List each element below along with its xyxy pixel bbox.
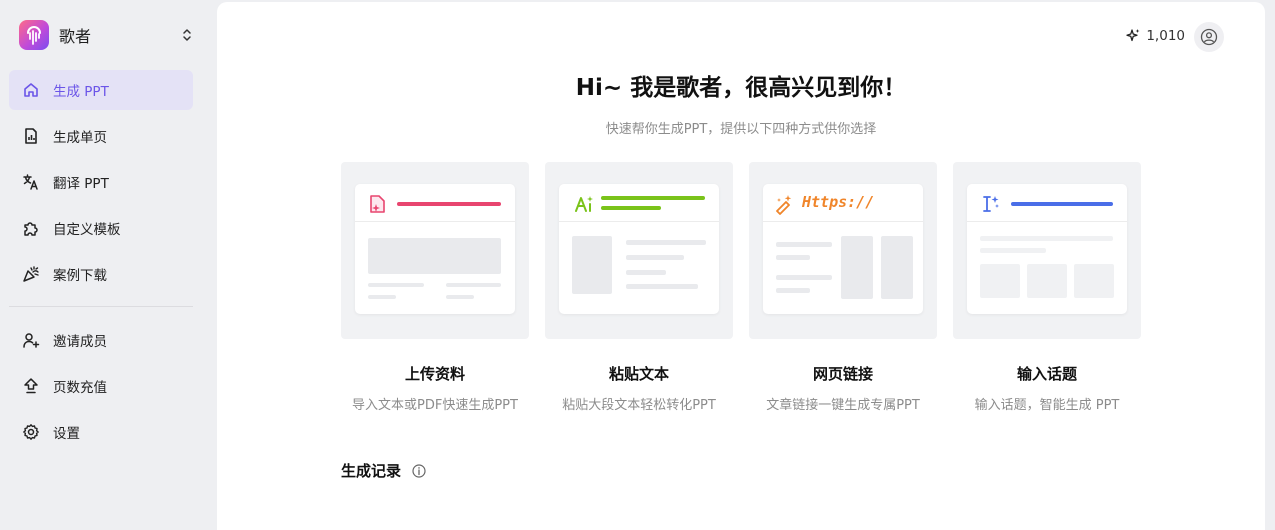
workspace-switcher[interactable]: 歌者 — [19, 20, 194, 50]
party-icon — [22, 265, 40, 283]
nav-divider — [9, 306, 193, 307]
card-description: 输入话题，智能生成 PPT — [974, 398, 1120, 413]
nav-item-settings[interactable]: 设置 — [9, 412, 193, 452]
nav-label: 案例下载 — [53, 268, 107, 284]
ai-text-icon — [575, 194, 595, 218]
text-cursor-sparkle-icon — [980, 193, 1002, 219]
sparkle-icon — [1125, 28, 1141, 44]
puzzle-icon — [22, 219, 40, 237]
translate-icon — [22, 173, 40, 191]
nav-item-custom-template[interactable]: 自定义模板 — [9, 208, 193, 248]
card-description: 粘贴大段文本轻松转化PPT — [562, 398, 716, 413]
page-subtitle: 快速帮你生成PPT，提供以下四种方式供你选择 — [605, 122, 877, 137]
nav-label: 生成 PPT — [53, 84, 109, 100]
app-logo — [19, 20, 49, 50]
nav-item-case-download[interactable]: 案例下载 — [9, 254, 193, 294]
chevron-updown-icon — [180, 26, 194, 44]
info-icon[interactable] — [412, 463, 426, 478]
history-section-header: 生成记录 — [341, 460, 426, 481]
nav-item-invite-members[interactable]: 邀请成员 — [9, 320, 193, 360]
url-text: Https:// — [802, 193, 875, 211]
card-input-topic[interactable]: 输入话题 输入话题，智能生成 PPT — [953, 162, 1141, 413]
card-description: 文章链接一键生成专属PPT — [766, 398, 920, 413]
nav-item-translate-ppt[interactable]: 翻译 PPT — [9, 162, 193, 202]
workspace-name: 歌者 — [59, 27, 92, 46]
main-nav: 生成 PPT 生成单页 翻译 PPT 自定义模板 案例下载 — [9, 70, 193, 300]
nav-item-page-recharge[interactable]: 页数充值 — [9, 366, 193, 406]
upload-file-icon — [368, 193, 388, 219]
secondary-nav: 邀请成员 页数充值 设置 — [9, 320, 193, 458]
card-upload[interactable]: 上传资料 导入文本或PDF快速生成PPT — [341, 162, 529, 413]
credits-counter[interactable]: 1,010 — [1125, 28, 1185, 44]
upgrade-icon — [22, 377, 40, 395]
add-user-icon — [22, 331, 40, 349]
magic-wand-icon — [773, 193, 795, 219]
nav-item-generate-slide[interactable]: 生成单页 — [9, 116, 193, 156]
card-title: 网页链接 — [812, 365, 873, 383]
chart-doc-icon — [22, 127, 40, 145]
nav-label: 页数充值 — [53, 380, 107, 396]
nav-item-generate-ppt[interactable]: 生成 PPT — [9, 70, 193, 110]
card-title: 粘贴文本 — [608, 365, 669, 383]
card-web-link[interactable]: Https:// 网页链接 文章链接一键生成专属PPT — [749, 162, 937, 413]
history-title: 生成记录 — [341, 462, 402, 480]
card-thumbnail — [341, 162, 529, 339]
nav-label: 自定义模板 — [53, 222, 121, 238]
card-title: 输入话题 — [1016, 365, 1077, 383]
sidebar: 歌者 生成 PPT 生成单页 翻译 PPT 自定义模板 案例下载 邀请成员 页数… — [0, 0, 205, 530]
gear-icon — [22, 423, 40, 441]
card-title: 上传资料 — [404, 365, 465, 383]
home-icon — [22, 81, 40, 99]
nav-label: 翻译 PPT — [53, 176, 109, 192]
card-thumbnail — [545, 162, 733, 339]
main-panel: 1,010 Hi~ 我是歌者，很高兴见到你！ 快速帮你生成PPT，提供以下四种方… — [217, 2, 1265, 530]
avatar[interactable] — [1194, 22, 1224, 52]
card-description: 导入文本或PDF快速生成PPT — [352, 398, 518, 413]
page-title: Hi~ 我是歌者，很高兴见到你！ — [575, 75, 907, 101]
card-thumbnail — [953, 162, 1141, 339]
card-thumbnail: Https:// — [749, 162, 937, 339]
credits-value: 1,010 — [1146, 28, 1185, 44]
nav-label: 生成单页 — [53, 130, 107, 146]
card-paste-text[interactable]: 粘贴文本 粘贴大段文本轻松转化PPT — [545, 162, 733, 413]
nav-label: 邀请成员 — [53, 334, 107, 350]
nav-label: 设置 — [53, 426, 80, 442]
user-icon — [1200, 28, 1218, 46]
